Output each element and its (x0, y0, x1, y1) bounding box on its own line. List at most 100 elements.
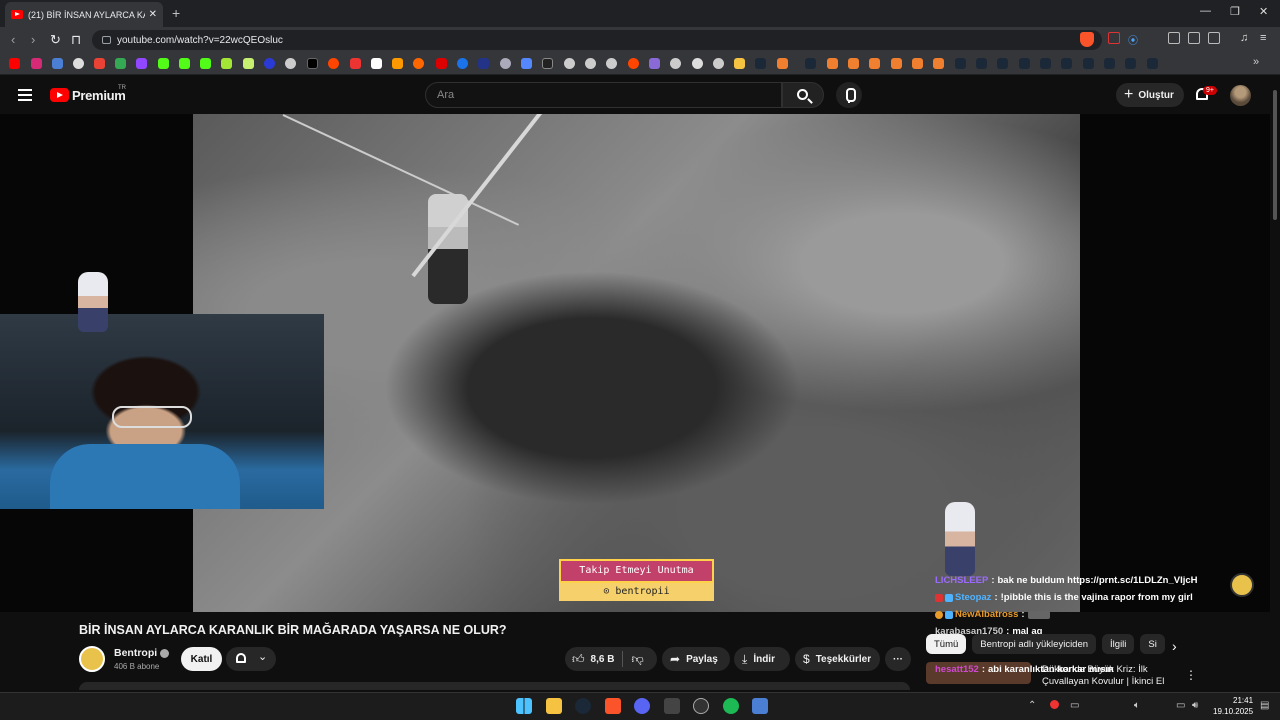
like-icon[interactable]: 👍︎ (572, 652, 585, 667)
subscribed-button[interactable]: ⌄ (226, 647, 276, 671)
discord-icon[interactable] (634, 698, 650, 714)
bookmark-steam-icon[interactable] (1040, 58, 1051, 69)
bookmark-steam-icon[interactable] (1104, 58, 1115, 69)
bookmark-site-icon[interactable] (73, 58, 84, 69)
brave-icon[interactable] (605, 698, 621, 714)
tray-app-icon[interactable] (1050, 700, 1059, 709)
bookmark-site-icon[interactable] (827, 58, 838, 69)
bookmark-steam-icon[interactable] (976, 58, 987, 69)
channel-name[interactable]: Bentropi (114, 647, 170, 659)
bookmark-site-icon[interactable] (777, 58, 788, 69)
bookmark-steam-icon[interactable] (955, 58, 966, 69)
extension-puzzle-icon[interactable] (1168, 32, 1180, 44)
bookmark-icon[interactable]: ⊓ (71, 32, 81, 48)
bookmark-twitch-icon[interactable] (136, 58, 147, 69)
tray-app-icon[interactable]: ▭ (1070, 700, 1079, 711)
bookmark-site-icon[interactable] (542, 58, 553, 69)
bookmark-site-icon[interactable] (649, 58, 660, 69)
bookmark-site-icon[interactable] (500, 58, 511, 69)
sidebar-icon[interactable] (1208, 32, 1220, 44)
bookmark-site-icon[interactable] (221, 58, 232, 69)
download-button[interactable]: ⤓ İndir (734, 647, 790, 671)
extension-audio-icon[interactable]: ⦿ (1128, 32, 1140, 47)
bookmark-site-icon[interactable] (692, 58, 703, 69)
bookmark-kick-icon[interactable] (158, 58, 169, 69)
app-icon[interactable] (752, 698, 768, 714)
forward-icon[interactable]: › (31, 32, 35, 47)
join-button[interactable]: Katıl (181, 647, 222, 671)
back-icon[interactable]: ‹ (11, 32, 15, 47)
like-count[interactable]: 8,6 B (591, 654, 615, 665)
tab-close-icon[interactable]: ✕ (149, 9, 157, 20)
bookmark-gmail-icon[interactable] (94, 58, 105, 69)
bookmark-site-icon[interactable] (436, 58, 447, 69)
bookmark-site-icon[interactable] (606, 58, 617, 69)
bookmark-steam-icon[interactable] (1125, 58, 1136, 69)
bookmark-site-icon[interactable] (243, 58, 254, 69)
bookmark-youtube-icon[interactable] (9, 58, 20, 69)
more-actions-button[interactable]: ··· (885, 647, 911, 671)
bookmark-kick-icon[interactable] (200, 58, 211, 69)
media-icon[interactable]: ♫ (1240, 32, 1252, 44)
chip-more[interactable]: Si (1140, 634, 1165, 654)
site-info-icon[interactable] (102, 36, 111, 44)
extension-icon[interactable] (1108, 32, 1120, 44)
bookmark-reddit-icon[interactable] (628, 58, 639, 69)
search-button[interactable] (782, 82, 824, 108)
bookmark-site-icon[interactable] (891, 58, 902, 69)
chip-all[interactable]: Tümü (926, 634, 967, 654)
network-icon[interactable]: ▭ (1176, 700, 1185, 711)
bookmark-steam-icon[interactable] (1019, 58, 1030, 69)
speaker-icon[interactable]: 🔊︎ (1192, 700, 1198, 711)
voice-search-icon[interactable] (836, 82, 862, 108)
bookmark-translate-icon[interactable] (52, 58, 63, 69)
bookmark-drive-icon[interactable] (115, 58, 126, 69)
bookmark-site-icon[interactable] (848, 58, 859, 69)
menu-icon[interactable]: ≡ (1260, 32, 1272, 44)
extensions-icon[interactable] (1188, 32, 1200, 44)
bookmark-site-icon[interactable] (413, 58, 424, 69)
bookmark-site-icon[interactable] (869, 58, 880, 69)
bookmark-instagram-icon[interactable] (31, 58, 42, 69)
bookmark-site-icon[interactable] (371, 58, 382, 69)
page-scrollbar[interactable] (1270, 76, 1280, 692)
thanks-button[interactable]: $ Teşekkürler (795, 647, 880, 671)
bookmark-site-icon[interactable] (933, 58, 944, 69)
bookmark-site-icon[interactable] (478, 58, 489, 69)
bookmark-steam-icon[interactable] (805, 58, 816, 69)
system-clock[interactable]: 21:41 19.10.2025 (1213, 695, 1253, 717)
reload-icon[interactable]: ↻ (50, 32, 61, 48)
share-button[interactable]: ➦ Paylaş (662, 647, 730, 671)
chips-next-icon[interactable]: › (1172, 638, 1177, 654)
maximize-icon[interactable]: ❐ (1230, 5, 1240, 18)
chip-from-uploader[interactable]: Bentropi adlı yükleyiciden (972, 634, 1097, 654)
bookmark-site-icon[interactable] (670, 58, 681, 69)
close-window-icon[interactable]: ✕ (1259, 5, 1268, 18)
steam-icon[interactable] (575, 698, 591, 714)
start-icon[interactable] (516, 698, 532, 714)
bookmark-steam-icon[interactable] (1083, 58, 1094, 69)
brave-shields-icon[interactable] (1080, 32, 1094, 47)
channel-avatar[interactable] (79, 646, 105, 672)
bookmark-kick-icon[interactable] (179, 58, 190, 69)
bookmark-site-icon[interactable] (264, 58, 275, 69)
spotify-icon[interactable] (723, 698, 739, 714)
volume-icon[interactable]: 🔈︎ (1134, 700, 1140, 711)
guide-menu-icon[interactable] (18, 89, 32, 101)
create-button[interactable]: + Oluştur (1116, 83, 1184, 107)
bookmark-steam-icon[interactable] (755, 58, 766, 69)
bookmark-site-icon[interactable] (912, 58, 923, 69)
dislike-icon[interactable]: 👎︎ (631, 652, 643, 667)
chip-related[interactable]: İlgili (1102, 634, 1135, 654)
obs-icon[interactable] (693, 698, 709, 714)
bookmark-site-icon[interactable] (564, 58, 575, 69)
bookmark-site-icon[interactable] (713, 58, 724, 69)
bookmark-site-icon[interactable] (585, 58, 596, 69)
file-explorer-icon[interactable] (546, 698, 562, 714)
tray-overflow-icon[interactable]: ⌃ (1028, 700, 1036, 711)
bookmark-x-icon[interactable] (307, 58, 318, 69)
bookmark-steam-icon[interactable] (1061, 58, 1072, 69)
account-avatar[interactable] (1230, 85, 1251, 106)
youtube-logo-icon[interactable] (50, 88, 69, 102)
address-bar[interactable]: youtube.com/watch?v=22wcQEOsluc (92, 30, 1102, 50)
